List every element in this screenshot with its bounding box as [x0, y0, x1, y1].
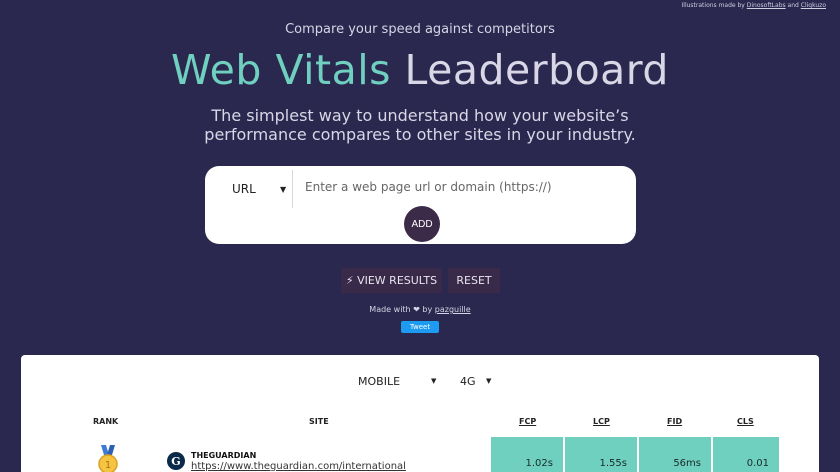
metric-cls-value: 0.01 — [746, 458, 769, 469]
caret-down-icon: ▼ — [280, 184, 287, 194]
input-type-selected: URL — [232, 182, 256, 196]
tweet-button[interactable]: Tweet — [401, 321, 439, 333]
metric-lcp-value: 1.55s — [599, 458, 627, 469]
device-select[interactable]: MOBILE — [358, 375, 400, 388]
connection-caret-icon: ▼ — [486, 377, 492, 385]
author-link[interactable]: pazguille — [435, 305, 471, 314]
filters-bar: MOBILE ▼ 4G ▼ — [21, 375, 819, 389]
metric-fcp-value: 1.02s — [525, 458, 553, 469]
reset-button[interactable]: RESET — [448, 268, 500, 293]
url-input[interactable] — [305, 176, 625, 198]
site-logo: G — [167, 452, 185, 470]
metric-fcp: 1.02s — [491, 437, 563, 472]
site-url-link[interactable]: https://www.theguardian.com/internationa… — [191, 461, 406, 472]
page-title-accent: Web Vitals — [171, 46, 391, 94]
tagline-line-2: performance compares to other sites in y… — [204, 125, 636, 144]
header-lcp[interactable]: LCP — [593, 417, 610, 426]
made-with-credit: Made with ❤ by pazguille — [0, 305, 840, 314]
leaderboard-panel: MOBILE ▼ 4G ▼ RANK SITE FCP LCP FID CLS … — [21, 355, 819, 472]
made-with-text: Made with ❤ by — [369, 305, 435, 314]
credits-link-cliqkuzo[interactable]: Cliqkuzo — [801, 2, 826, 9]
action-buttons: ⚡ VIEW RESULTS RESET — [341, 268, 500, 293]
credits-link-dinosoftlabs[interactable]: DinosoftLabs — [747, 2, 786, 9]
metric-cls: 0.01 — [713, 437, 779, 472]
illustration-credits: Illustrations made by DinosoftLabs and C… — [682, 2, 826, 9]
device-caret-icon: ▼ — [431, 377, 437, 385]
site-name: THEGUARDIAN — [191, 451, 257, 460]
add-site-form: URL ▼ ADD — [205, 166, 636, 244]
header-cls[interactable]: CLS — [737, 417, 754, 426]
hero-tagline: The simplest way to understand how your … — [0, 106, 840, 144]
add-button[interactable]: ADD — [404, 206, 440, 242]
metric-fid-value: 56ms — [673, 458, 701, 469]
page-title-rest: Leaderboard — [390, 46, 669, 94]
metric-lcp: 1.55s — [565, 437, 637, 472]
input-type-select[interactable]: URL ▼ — [205, 170, 293, 208]
credits-prefix: Illustrations made by — [681, 2, 747, 9]
hero-kicker: Compare your speed against competitors — [285, 22, 555, 37]
metric-fid: 56ms — [639, 437, 711, 472]
tweet-label: Tweet — [409, 323, 431, 331]
header-fcp[interactable]: FCP — [519, 417, 536, 426]
connection-select[interactable]: 4G — [460, 375, 476, 388]
header-rank: RANK — [93, 417, 119, 426]
table-row[interactable]: 1 G THEGUARDIAN https://www.theguardian.… — [21, 437, 819, 472]
gold-medal-icon: 1 — [98, 445, 118, 472]
svg-text:1: 1 — [105, 460, 111, 471]
view-results-button[interactable]: ⚡ VIEW RESULTS — [341, 268, 442, 293]
credits-middle: and — [785, 2, 801, 9]
page-title: Web Vitals Leaderboard — [0, 46, 840, 94]
header-site: SITE — [309, 417, 329, 426]
tagline-line-1: The simplest way to understand how your … — [211, 106, 629, 125]
header-fid[interactable]: FID — [667, 417, 682, 426]
